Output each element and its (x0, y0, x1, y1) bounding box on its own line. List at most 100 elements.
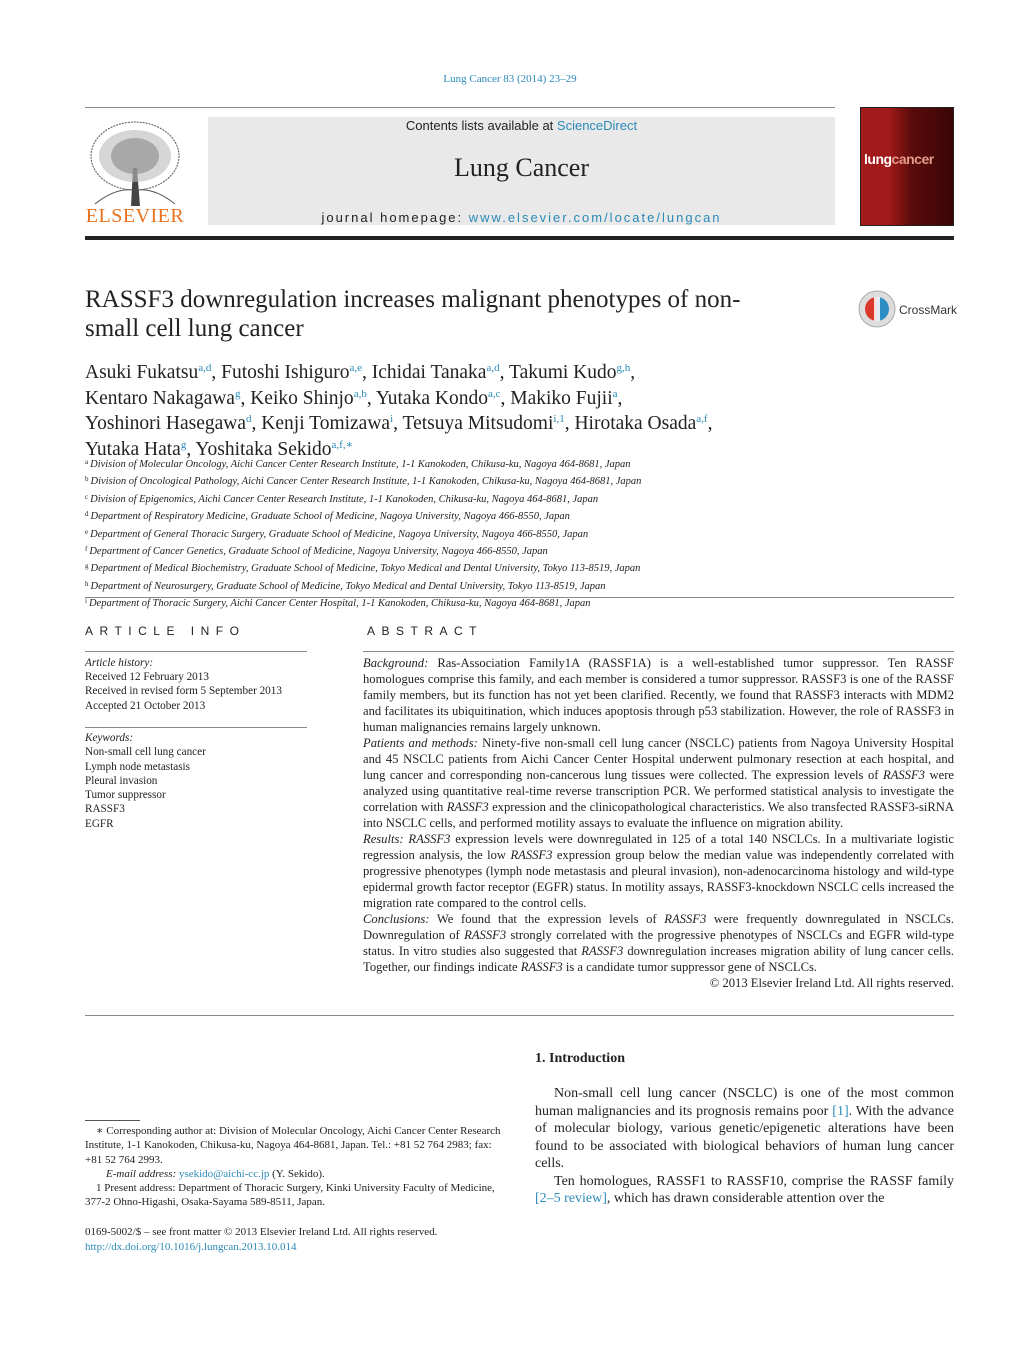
affiliation-key: a (85, 458, 89, 466)
abstract-paragraph: Conclusions: We found that the expressio… (363, 911, 954, 975)
journal-cover-thumbnail[interactable]: lungcancer (860, 107, 954, 226)
corresponding-author-note: ∗ Corresponding author at: Division of M… (85, 1125, 501, 1166)
footnotes: ∗ Corresponding author at: Division of M… (85, 1124, 505, 1210)
front-matter: 0169-5002/$ – see front matter © 2013 El… (85, 1225, 545, 1255)
author-name: Yutaka Kondo (375, 387, 488, 409)
author: Hirotaka Osadaa,f (574, 413, 707, 434)
author-name: Hirotaka Osada (574, 413, 697, 434)
gene-name: RASSF3 (510, 848, 553, 862)
history-revised: Received in revised form 5 September 201… (85, 685, 282, 698)
reference-link[interactable]: [2–5 review] (535, 1191, 607, 1206)
keyword: RASSF3 (85, 803, 125, 816)
abstract-section-label: Conclusions: (363, 912, 430, 926)
abstract-paragraph: Patients and methods: Ninety-five non-sm… (363, 735, 954, 831)
affiliation-text: Department of General Thoracic Surgery, … (90, 528, 589, 540)
keyword: Non-small cell lung cancer (85, 746, 206, 759)
cover-title: lungcancer (864, 151, 934, 167)
author-affiliation-marker[interactable]: i,1 (553, 413, 564, 425)
journal-title: Lung Cancer (453, 153, 589, 182)
author: Yutaka Kondoa,c (376, 388, 501, 409)
homepage-prefix: journal homepage: (321, 210, 469, 225)
keyword: Lymph node metastasis (85, 760, 191, 773)
abstract-heading: ABSTRACT (367, 624, 484, 638)
article-history: Article history: Received 12 February 20… (85, 656, 315, 713)
affiliation: a Division of Molecular Oncology, Aichi C… (85, 455, 955, 472)
author-name: Kenji Tomizawa (261, 413, 391, 434)
author-name: Asuki Fukatsu (85, 362, 199, 383)
contents-prefix: Contents lists available at (405, 118, 557, 133)
author: Futoshi Ishiguroa,e (221, 362, 362, 383)
abstract-copyright: © 2013 Elsevier Ireland Ltd. All rights … (709, 976, 954, 990)
author-name: Kentaro Nakagawa (85, 387, 235, 409)
abstract-paragraph: Results: RASSF3 expression levels were d… (363, 831, 954, 911)
affiliation-key: d (85, 510, 89, 519)
footnote-rule (85, 1120, 140, 1121)
author: Asuki Fukatsua,d (85, 362, 211, 383)
affiliation: h Department of Neurosurgery, Graduate Sc… (85, 577, 955, 594)
author-name: Keiko Shinjo (250, 387, 354, 409)
keywords-label: Keywords: (85, 732, 134, 744)
doi-link[interactable]: http://dx.doi.org/10.1016/j.lungcan.2013… (85, 1240, 545, 1255)
introduction-heading: 1. Introduction (535, 1051, 625, 1066)
author-affiliation-marker[interactable]: a (613, 388, 618, 400)
affiliation-text: Department of Cancer Genetics, Graduate … (89, 546, 548, 558)
author-affiliation-marker[interactable]: g,h (617, 362, 631, 374)
keywords: Keywords: Non-small cell lung cancer Lymp… (85, 731, 315, 831)
affiliation-text: Division of Oncological Pathology, Aichi… (90, 476, 642, 488)
author-affiliation-marker[interactable]: a,f,∗ (332, 439, 354, 451)
author-name: Tetsuya Mitsudomi (402, 413, 554, 434)
header-divider (85, 236, 954, 240)
crossmark-badge[interactable]: CrossMark (858, 290, 958, 330)
affiliation-text: Division of Molecular Oncology, Aichi Ca… (90, 459, 631, 470)
affiliation-key: e (85, 527, 89, 536)
affiliations: a Division of Molecular Oncology, Aichi C… (85, 455, 955, 612)
abstract-section-label: Background: (363, 656, 429, 670)
abstract-paragraph: Background: Ras-Association Family1A (RA… (363, 655, 954, 735)
affiliation: b Division of Oncological Pathology, Aich… (85, 472, 955, 489)
author-affiliation-marker[interactable]: a,c (488, 388, 501, 400)
sciencedirect-link[interactable]: ScienceDirect (557, 118, 637, 133)
author-affiliation-marker[interactable]: a,f (696, 413, 707, 425)
email-note: E-mail address: ysekido@aichi-cc.jp (Y. … (85, 1167, 505, 1181)
author-affiliation-marker[interactable]: g (235, 388, 241, 400)
divider (85, 597, 954, 598)
author: Takumi Kudog,h (509, 362, 630, 383)
gene-name: RASSF3 (664, 912, 707, 926)
abstract-text: We found that the expression levels of (429, 912, 665, 926)
author-affiliation-marker[interactable]: d (246, 413, 252, 425)
homepage-line: journal homepage: www.elsevier.com/locat… (208, 210, 835, 225)
homepage-link[interactable]: www.elsevier.com/locate/lungcan (469, 210, 722, 225)
affiliation-text: Department of Neurosurgery, Graduate Sch… (90, 580, 606, 592)
author-affiliation-marker[interactable]: a,d (198, 362, 211, 374)
abstract-text: Ras-Association Family1A (RASSF1A) is a … (363, 656, 954, 734)
email-link[interactable]: ysekido@aichi-cc.jp (179, 1168, 269, 1180)
elsevier-logo[interactable]: ELSEVIER (85, 118, 185, 228)
intro-text: Ten homologues, RASSF1 to RASSF10, compr… (554, 1173, 954, 1189)
author-list: Asuki Fukatsua,d, Futoshi Ishiguroa,e, I… (85, 362, 713, 460)
author-affiliation-marker[interactable]: a,e (350, 362, 363, 374)
author: Kenji Tomizawai (261, 413, 393, 434)
affiliation-text: Department of Thoracic Surgery, Aichi Ca… (88, 598, 591, 610)
gene-name: RASSF3 (408, 832, 451, 846)
keyword: EGFR (85, 817, 114, 830)
journal-citation[interactable]: Lung Cancer 83 (2014) 23–29 (0, 73, 1020, 85)
reference-link[interactable]: [1] (832, 1104, 848, 1119)
abstract-body: Background: Ras-Association Family1A (RA… (363, 655, 954, 991)
author-affiliation-marker[interactable]: a,b (354, 388, 367, 400)
author-affiliation-marker[interactable]: a,d (486, 362, 499, 374)
affiliation-key: f (85, 545, 88, 554)
abstract-section-label: Results: (363, 832, 404, 846)
contents-line: Contents lists available at ScienceDirec… (208, 118, 835, 133)
gene-name: RASSF3 (464, 928, 507, 942)
author-affiliation-marker[interactable]: i (390, 413, 393, 425)
author: Keiko Shinjoa,b (250, 388, 367, 409)
author-name: Ichidai Tanaka (371, 362, 487, 383)
affiliation-text: Division of Epigenomics, Aichi Cancer Ce… (90, 493, 599, 505)
gene-name: RASSF3 (883, 768, 925, 782)
present-address-note: 1 Present address: Department of Thoraci… (85, 1182, 495, 1209)
author-affiliation-marker[interactable]: g (181, 439, 187, 451)
article-info-heading: ARTICLE INFO (85, 624, 246, 638)
affiliation-key: h (85, 579, 89, 588)
author: Kentaro Nakagawag (85, 388, 240, 409)
gene-name: RASSF3 (581, 944, 624, 958)
